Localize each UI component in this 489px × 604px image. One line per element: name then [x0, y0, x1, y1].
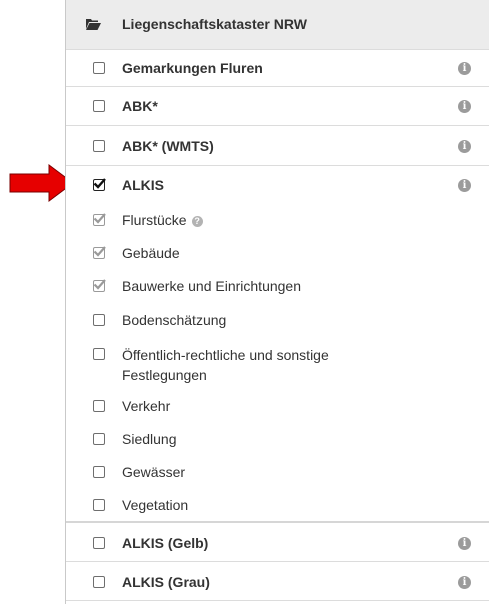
layer-checkbox[interactable] — [93, 140, 105, 152]
checkmark-icon — [93, 213, 106, 224]
info-icon[interactable]: i — [458, 537, 471, 550]
sublayer-label: Verkehr — [122, 398, 171, 414]
sublayer-label: Bauwerke und Einrichtungen — [122, 278, 302, 294]
layer-checkbox[interactable] — [93, 100, 105, 112]
category-header[interactable]: Liegenschaftskataster NRW — [66, 0, 489, 50]
info-icon[interactable]: i — [458, 576, 471, 589]
sublayer-checkbox[interactable] — [93, 314, 105, 326]
checkmark-icon — [93, 246, 106, 257]
sublayer-checkbox-checked[interactable] — [93, 246, 106, 259]
layer-checkbox[interactable] — [93, 537, 105, 549]
sublayer-checkbox[interactable] — [93, 400, 105, 412]
info-icon[interactable]: i — [458, 62, 471, 75]
layer-checkbox[interactable] — [93, 576, 105, 588]
sublayer-row-bauwerke[interactable]: Bauwerke und Einrichtungen — [66, 268, 489, 302]
info-icon[interactable]: i — [458, 100, 471, 113]
layer-checkbox-checked[interactable] — [93, 178, 106, 191]
info-icon[interactable]: i — [458, 140, 471, 153]
layer-label: ALKIS (Gelb) — [122, 535, 209, 551]
layer-checkbox[interactable] — [93, 62, 105, 74]
sublayer-label: Gewässer — [122, 464, 186, 480]
info-icon[interactable]: i — [458, 179, 471, 192]
sublayer-row-verkehr[interactable]: Verkehr — [66, 388, 489, 421]
layer-group-alkis: ALKIS i Flurstücke? Gebäude Bauwerke und… — [66, 166, 489, 523]
layer-row-gemarkungen-fluren[interactable]: Gemarkungen Fluren i — [66, 50, 489, 87]
sublayer-label: Vegetation — [122, 497, 189, 513]
sublayer-row-gebaeude[interactable]: Gebäude — [66, 235, 489, 268]
sublayer-label: Siedlung — [122, 431, 177, 447]
sublayer-checkbox[interactable] — [93, 433, 105, 445]
sublayer-row-flurstuecke[interactable]: Flurstücke? — [66, 202, 489, 235]
layer-tree-panel: Liegenschaftskataster NRW Gemarkungen Fl… — [65, 0, 489, 604]
layer-row-alkis-gelb[interactable]: ALKIS (Gelb) i — [66, 523, 489, 562]
layer-label: ALKIS (Grau) — [122, 574, 210, 590]
sublayer-label: Öffentlich-rechtliche und sonstige Festl… — [122, 347, 329, 383]
layer-label: ABK* (WMTS) — [122, 138, 214, 154]
sublayer-checkbox-checked[interactable] — [93, 213, 106, 226]
layer-row-abk[interactable]: ABK* i — [66, 87, 489, 126]
layer-label: ABK* — [122, 98, 158, 114]
sublayer-checkbox[interactable] — [93, 348, 105, 360]
sublayer-checkbox-checked[interactable] — [93, 279, 106, 292]
layer-row-abk-wmts[interactable]: ABK* (WMTS) i — [66, 126, 489, 166]
help-icon[interactable]: ? — [191, 216, 203, 227]
layer-row-alkis-grau[interactable]: ALKIS (Grau) i — [66, 562, 489, 601]
sublayer-row-siedlung[interactable]: Siedlung — [66, 421, 489, 454]
sublayer-label: Bodenschätzung — [122, 312, 227, 328]
checkmark-icon — [93, 279, 106, 290]
sublayer-checkbox[interactable] — [93, 499, 105, 511]
layer-row-alkis[interactable]: ALKIS i — [66, 166, 489, 202]
sublayer-label: Flurstücke? — [122, 212, 203, 228]
sublayer-row-oeffentlich-rechtliche[interactable]: Öffentlich-rechtliche und sonstige Festl… — [66, 335, 489, 388]
checkmark-icon — [93, 178, 106, 189]
category-title: Liegenschaftskataster NRW — [122, 16, 307, 32]
folder-open-icon — [86, 19, 101, 30]
layer-label: ALKIS — [122, 177, 164, 193]
sublayer-row-gewaesser[interactable]: Gewässer — [66, 454, 489, 487]
layer-label: Gemarkungen Fluren — [122, 60, 263, 76]
sublayer-label: Gebäude — [122, 245, 180, 261]
sublayer-row-vegetation[interactable]: Vegetation — [66, 487, 489, 520]
sublayer-checkbox[interactable] — [93, 466, 105, 478]
sublayer-row-bodenschaetzung[interactable]: Bodenschätzung — [66, 302, 489, 335]
